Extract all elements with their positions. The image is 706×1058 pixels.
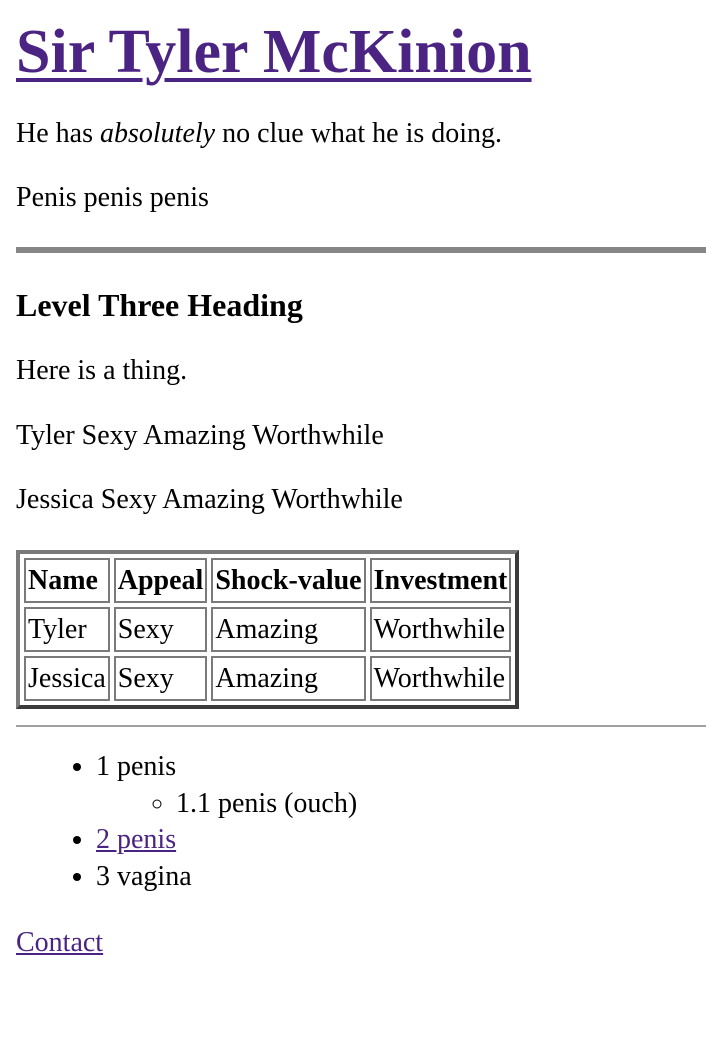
intro-before: He has [16,118,100,150]
section-text: Here is a thing. [16,355,188,387]
table-cell: Tyler [24,607,110,653]
thin-divider [16,725,706,728]
list-item-link[interactable]: 2 penis [96,824,176,855]
page: Sir Tyler McKinion He has absolutely no … [0,18,706,959]
table-header-name: Name [24,557,110,604]
list-item: 1 penis 1.1 penis (ouch) [96,749,690,822]
table-row: Tyler Sexy Amazing Worthwhile [24,607,512,653]
row-line-tyler: Tyler Sexy Amazing Worthwhile [16,419,384,451]
intro-paragraph: He has absolutely no clue what he is doi… [16,118,690,150]
intro-after: no clue what he is doing. [215,118,503,150]
table-cell: Amazing [211,656,366,702]
table-cell: Jessica [24,656,110,702]
section-heading: Level Three Heading [16,286,303,323]
intro-emphasis: absolutely [99,118,216,150]
contact-link[interactable]: Contact [16,927,103,958]
list-item-label: 1 penis [96,751,177,783]
table-cell: Sexy [113,656,208,702]
sub-list: 1.1 penis (ouch) [96,786,690,822]
table-cell: Worthwhile [369,607,512,653]
contact-paragraph: Contact [16,927,690,959]
table-cell: Worthwhile [369,656,512,702]
site-title-link[interactable]: Sir Tyler McKinion [16,18,532,86]
table-header-investment: Investment [369,557,512,604]
main-list: 1 penis 1.1 penis (ouch) 2 penis 3 vagin… [16,749,690,895]
table-header-appeal: Appeal [113,557,208,604]
table-cell: Amazing [211,607,366,653]
list-item: 2 penis [96,822,690,858]
table-header-row: Name Appeal Shock-value Investment [24,557,512,604]
list-item: 3 vagina [96,859,690,895]
thick-divider [16,246,706,253]
site-title: Sir Tyler McKinion [16,18,690,86]
list-item: 1.1 penis (ouch) [176,786,690,822]
table-row: Jessica Sexy Amazing Worthwhile [24,656,512,702]
joke-paragraph: Penis penis penis [16,182,209,214]
data-table: Name Appeal Shock-value Investment Tyler… [16,549,520,710]
row-line-jessica: Jessica Sexy Amazing Worthwhile [16,483,403,515]
table-header-shock-value: Shock-value [211,557,366,604]
table-cell: Sexy [113,607,208,653]
